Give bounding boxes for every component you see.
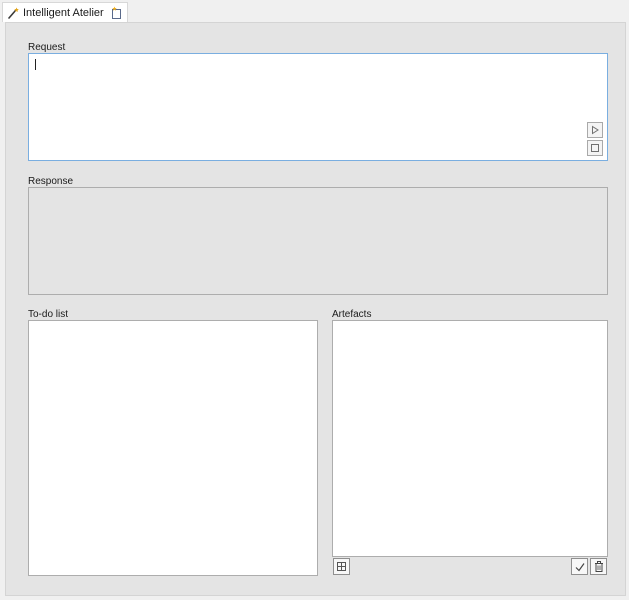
atelier-panel: Request Response To-do list Artefacts: [5, 22, 626, 596]
tab-intelligent-atelier[interactable]: Intelligent Atelier: [2, 2, 128, 22]
request-label: Request: [28, 42, 66, 53]
play-icon: [592, 125, 599, 135]
send-button[interactable]: [587, 122, 603, 138]
response-label: Response: [28, 176, 74, 187]
artefacts-list[interactable]: [332, 320, 608, 557]
checkmark-icon: [575, 562, 584, 571]
tab-strip: Intelligent Atelier: [0, 0, 629, 22]
request-input[interactable]: [28, 53, 608, 161]
accept-artefact-button[interactable]: [571, 558, 588, 575]
todo-list-label: To-do list: [28, 309, 69, 320]
stop-button[interactable]: [587, 140, 603, 156]
trash-icon: [594, 561, 603, 572]
stop-icon: [591, 144, 599, 152]
tab-title: Intelligent Atelier: [23, 6, 104, 19]
new-tab-icon[interactable]: [110, 6, 123, 19]
artefacts-label: Artefacts: [332, 309, 372, 320]
response-output: [28, 187, 608, 295]
todo-list[interactable]: [28, 320, 318, 576]
grid-add-icon: [337, 562, 346, 571]
add-artefact-button[interactable]: [333, 558, 350, 575]
text-caret: [35, 59, 36, 70]
delete-artefact-button[interactable]: [590, 558, 607, 575]
magic-wand-icon: [8, 7, 19, 19]
